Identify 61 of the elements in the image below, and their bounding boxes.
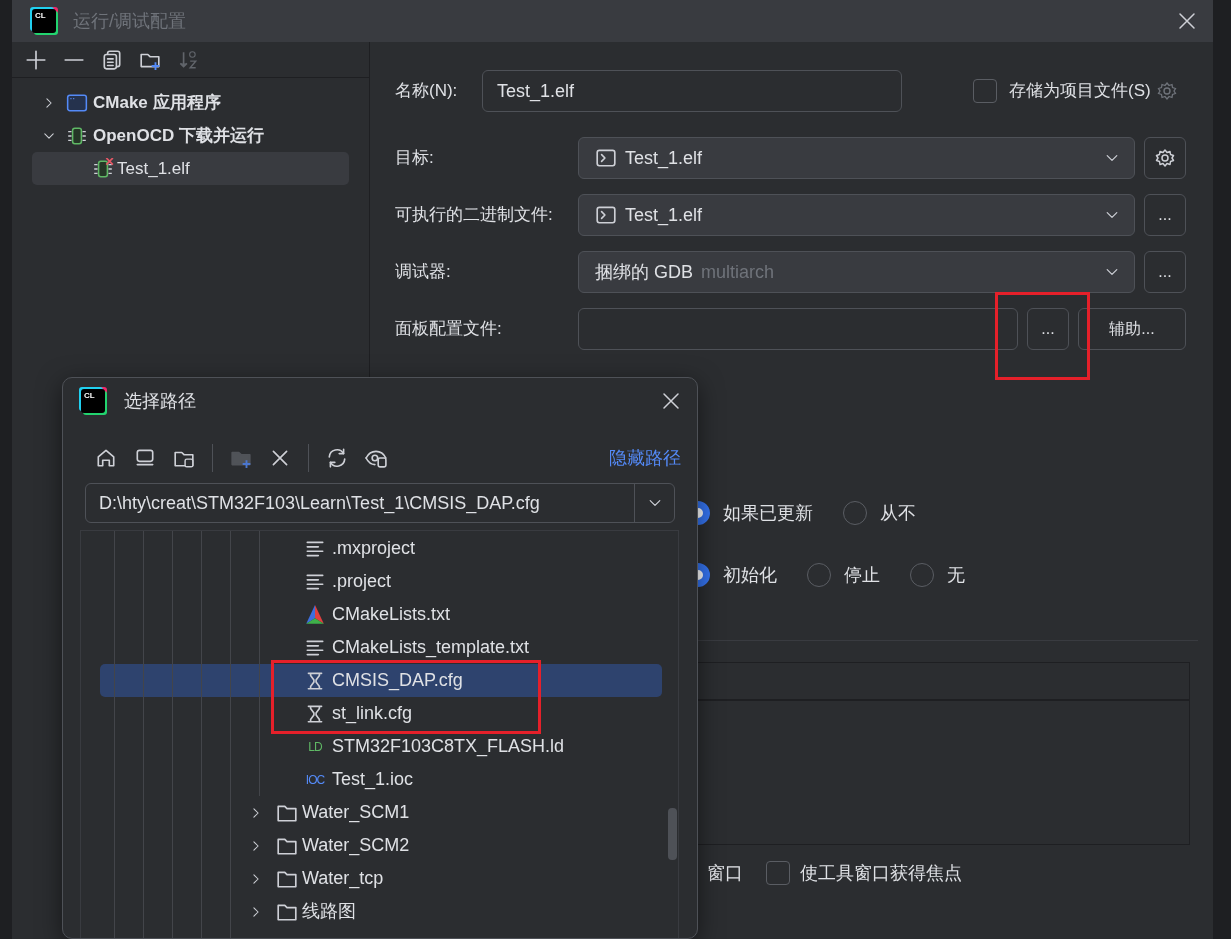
triangle-icon <box>304 603 326 626</box>
close-icon[interactable] <box>1177 11 1197 31</box>
browse-button[interactable]: ... <box>1144 251 1186 293</box>
radio-label[interactable]: 停止 <box>844 561 880 589</box>
app-logo: CL <box>32 9 56 33</box>
file-item[interactable]: .mxproject <box>100 532 661 565</box>
radio-label[interactable]: 无 <box>947 561 965 589</box>
folder-item[interactable]: Water_SCM2 <box>100 829 661 862</box>
debugger-dropdown[interactable]: 捆绑的 GDB multiarch <box>578 251 1135 293</box>
settings-icon[interactable] <box>1156 81 1177 101</box>
target-dropdown[interactable]: Test_1.elf <box>578 137 1135 179</box>
field-label: 调试器: <box>395 261 452 284</box>
window-title: 运行/调试配置 <box>73 9 186 33</box>
executable-dropdown[interactable]: Test_1.elf <box>578 194 1135 236</box>
field-label: 目标: <box>395 147 435 170</box>
browse-button[interactable]: ... <box>1027 308 1069 350</box>
terminal-icon <box>595 204 617 226</box>
hint-text: multiarch <box>701 260 775 284</box>
folder-item[interactable]: 线路图 <box>100 895 661 928</box>
file-item[interactable]: .project <box>100 565 661 598</box>
refresh-icon[interactable] <box>326 447 348 469</box>
tree-item[interactable]: OpenOCD 下载并运行 <box>32 119 349 152</box>
checkbox-label[interactable]: 窗口 <box>707 859 743 887</box>
radio-label[interactable]: 如果已更新 <box>723 499 813 527</box>
file-item[interactable]: st_link.cfg <box>100 697 662 730</box>
browse-button[interactable]: ... <box>1144 194 1186 236</box>
radio-label[interactable]: 从不 <box>880 499 916 527</box>
file-type-label: IOC <box>304 771 326 789</box>
terminal-icon <box>595 147 617 169</box>
home-icon[interactable] <box>95 447 117 469</box>
add-icon[interactable] <box>25 48 47 71</box>
checkbox[interactable] <box>766 861 790 885</box>
folder-item[interactable]: Water_SCM1 <box>100 796 661 829</box>
hide-path-link[interactable]: 隐藏路径 <box>609 444 681 472</box>
tree-item[interactable]: CMake 应用程序 <box>32 86 349 119</box>
field-label: 名称(N): <box>395 80 459 103</box>
assist-button[interactable]: 辅助... <box>1078 308 1186 350</box>
file-item[interactable]: LD STM32F103C8TX_FLASH.ld <box>100 730 661 763</box>
tree-item[interactable]: Test_1.elf <box>32 152 349 185</box>
close-icon[interactable] <box>661 391 681 411</box>
dialog-title: 选择路径 <box>124 389 196 413</box>
settings-icon <box>1155 148 1175 168</box>
file-item[interactable]: CMakeLists.txt <box>100 598 661 631</box>
file-type-label: LD <box>307 738 323 756</box>
folder-item[interactable]: Water_tcp <box>100 862 661 895</box>
file-item[interactable]: CMakeLists_template.txt <box>100 631 661 664</box>
board-config-field[interactable] <box>578 308 1018 350</box>
name-field[interactable]: Test_1.elf <box>482 70 902 112</box>
file-item[interactable]: CMSIS_DAP.cfg <box>100 664 662 697</box>
path-combobox[interactable]: D:\hty\creat\STM32F103\Learn\Test_1\CMSIS_DAP.cfg <box>85 483 675 523</box>
radio-label[interactable]: 初始化 <box>723 561 777 589</box>
settings-button[interactable] <box>1144 137 1186 179</box>
copy-icon[interactable] <box>101 48 123 71</box>
checkbox[interactable] <box>973 79 997 103</box>
field-label: 面板配置文件: <box>395 318 503 341</box>
field-label: 可执行的二进制文件: <box>395 204 554 227</box>
checkbox-label[interactable]: 存储为项目文件(S) <box>1009 78 1151 104</box>
checkbox-label[interactable]: 使工具窗口获得焦点 <box>800 859 962 887</box>
app-logo: CL <box>81 389 105 413</box>
file-item[interactable]: IOC Test_1.ioc <box>100 763 661 796</box>
scrollbar-thumb[interactable] <box>668 808 677 860</box>
